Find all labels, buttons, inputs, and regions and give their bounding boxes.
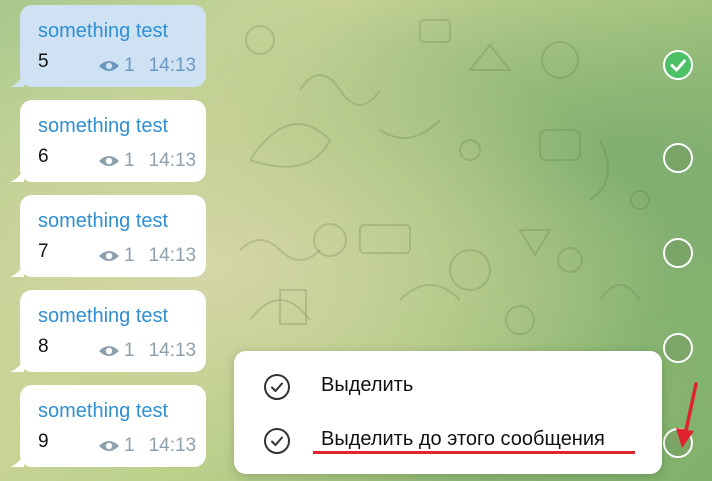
message-meta: 1 14:13 (98, 435, 196, 457)
message-time: 14:13 (148, 55, 197, 76)
annotation-underline (313, 451, 635, 454)
message-bubble[interactable]: something test 5 1 14:13 (10, 5, 206, 87)
check-circle-icon (264, 428, 290, 454)
message-select-checkbox[interactable] (663, 50, 693, 80)
message-bubble[interactable]: something test 6 1 14:13 (10, 100, 206, 182)
message-time: 14:13 (148, 150, 197, 171)
message-title: something test (38, 305, 169, 327)
bubble-tail (10, 358, 24, 372)
message-title: something test (38, 115, 169, 137)
message-text: 9 (38, 431, 49, 452)
menu-item-select-up-to-here[interactable]: Выделить до этого сообщения (234, 415, 662, 465)
message-time: 14:13 (148, 245, 197, 266)
message-text: 7 (38, 241, 49, 262)
view-count: 1 (124, 340, 135, 361)
message-meta: 1 14:13 (98, 340, 196, 362)
message-select-checkbox[interactable] (663, 143, 693, 173)
menu-item-label: Выделить до этого сообщения (321, 428, 605, 450)
message-select-checkbox[interactable] (663, 238, 693, 268)
message-title: something test (38, 400, 169, 422)
message-text: 6 (38, 146, 49, 167)
message-bubble[interactable]: something test 7 1 14:13 (10, 195, 206, 277)
message-title: something test (38, 210, 169, 232)
message-meta: 1 14:13 (98, 150, 196, 172)
menu-item-label: Выделить (321, 374, 414, 396)
check-circle-icon (264, 374, 290, 400)
eye-icon (99, 346, 119, 356)
eye-icon (99, 251, 119, 261)
eye-icon (99, 441, 119, 451)
view-count: 1 (124, 55, 135, 76)
annotation-arrow-icon (676, 382, 698, 448)
message-text: 8 (38, 336, 49, 357)
checkmark-icon (670, 59, 686, 72)
message-text: 5 (38, 51, 49, 72)
eye-icon (99, 61, 119, 71)
message-bubble[interactable]: something test 9 1 14:13 (10, 385, 206, 467)
message-meta: 1 14:13 (98, 55, 196, 77)
message-title: something test (38, 20, 169, 42)
bubble-tail (10, 73, 24, 87)
message-meta: 1 14:13 (98, 245, 196, 267)
message-time: 14:13 (148, 435, 197, 456)
menu-item-select[interactable]: Выделить (234, 361, 662, 411)
bubble-tail (10, 453, 24, 467)
view-count: 1 (124, 435, 135, 456)
view-count: 1 (124, 150, 135, 171)
message-bubble[interactable]: something test 8 1 14:13 (10, 290, 206, 372)
message-time: 14:13 (148, 340, 197, 361)
eye-icon (99, 156, 119, 166)
bubble-tail (10, 168, 24, 182)
context-menu: Выделить Выделить до этого сообщения (234, 351, 662, 474)
message-select-checkbox[interactable] (663, 333, 693, 363)
bubble-tail (10, 263, 24, 277)
view-count: 1 (124, 245, 135, 266)
